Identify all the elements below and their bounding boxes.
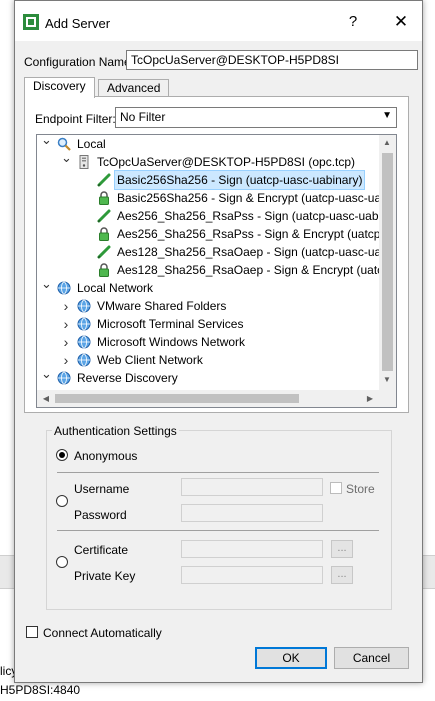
tree-item[interactable]: Aes128_Sha256_RsaOaep - Sign (uatcp-uasc… xyxy=(37,243,391,261)
title-bar: Add Server ? ✕ xyxy=(15,1,422,41)
tree-item-label: Local Network xyxy=(77,281,154,295)
certificate-field[interactable] xyxy=(181,540,323,558)
certificate-browse-button[interactable]: ... xyxy=(331,540,353,558)
username-password-radio[interactable] xyxy=(56,495,68,507)
ok-button[interactable]: OK xyxy=(255,647,327,669)
lock-icon xyxy=(97,263,111,277)
cancel-button[interactable]: Cancel xyxy=(334,647,409,669)
chevron-right-icon[interactable]: › xyxy=(61,333,71,351)
certificate-label: Certificate xyxy=(74,543,129,557)
endpoint-filter-label: Endpoint Filter: xyxy=(35,112,116,126)
tree-item[interactable]: ⌄ TcOpcUaServer@DESKTOP-H5PD8SI (opc.tcp) xyxy=(37,150,379,171)
tab-advanced[interactable]: Advanced xyxy=(98,79,170,97)
network-globe-icon xyxy=(77,353,91,367)
tree-item-label: Microsoft Windows Network xyxy=(97,335,246,349)
scroll-left-arrow-icon[interactable]: ◀ xyxy=(39,394,53,403)
anonymous-radio[interactable] xyxy=(56,449,68,461)
network-globe-icon xyxy=(77,299,91,313)
anonymous-label: Anonymous xyxy=(74,449,138,463)
sign-pen-icon xyxy=(97,209,111,223)
store-checkbox[interactable] xyxy=(330,482,342,494)
tree-item[interactable]: Basic256Sha256 - Sign (uatcp-uasc-uabina… xyxy=(37,170,379,190)
network-globe-icon xyxy=(77,335,91,349)
configuration-name-label: Configuration Name xyxy=(24,55,131,69)
tree-vertical-scrollbar[interactable]: ▲ ▼ xyxy=(379,135,396,390)
password-label: Password xyxy=(74,508,127,522)
horizontal-scroll-thumb[interactable] xyxy=(55,394,299,403)
sign-pen-icon xyxy=(97,173,111,187)
app-icon xyxy=(23,14,39,30)
scroll-down-arrow-icon[interactable]: ▼ xyxy=(380,375,394,384)
private-key-browse-button[interactable]: ... xyxy=(331,566,353,584)
tree-item-label: Local xyxy=(77,137,106,151)
auth-separator xyxy=(57,472,379,473)
chevron-down-icon[interactable]: ⌄ xyxy=(41,275,52,293)
store-label: Store xyxy=(346,482,375,496)
connect-automatically-label: Connect Automatically xyxy=(43,626,162,640)
tree-item-label: Aes256_Sha256_RsaPss - Sign (uatcp-uasc-… xyxy=(117,209,395,223)
tree-item[interactable]: › Web Client Network xyxy=(37,351,379,369)
tree-item[interactable]: Aes256_Sha256_RsaPss - Sign (uatcp-uasc-… xyxy=(37,207,395,225)
username-field[interactable] xyxy=(181,478,323,496)
server-icon xyxy=(77,155,91,169)
connect-automatically-checkbox[interactable] xyxy=(26,626,38,638)
tree-horizontal-scrollbar[interactable]: ◀ ▶ xyxy=(37,390,396,407)
vertical-scroll-thumb[interactable] xyxy=(382,153,393,371)
network-globe-icon xyxy=(57,281,71,295)
authentication-settings-legend: Authentication Settings xyxy=(52,424,179,438)
background-text-endpoint: H5PD8SI:4840 xyxy=(0,683,81,697)
chevron-down-icon: ▼ xyxy=(382,110,392,121)
tree-item-label: Microsoft Terminal Services xyxy=(97,317,244,331)
endpoint-filter-select[interactable]: No Filter ▼ xyxy=(115,107,397,128)
endpoint-filter-value: No Filter xyxy=(120,110,166,124)
scroll-right-arrow-icon[interactable]: ▶ xyxy=(363,394,377,403)
tree-item-label: TcOpcUaServer@DESKTOP-H5PD8SI (opc.tcp) xyxy=(97,155,356,169)
auth-separator xyxy=(57,530,379,531)
close-button[interactable]: ✕ xyxy=(388,9,414,35)
tree-item-label: Aes128_Sha256_RsaOaep - Sign & Encrypt (… xyxy=(117,263,390,277)
tree-item[interactable]: › Microsoft Terminal Services xyxy=(37,315,379,333)
tree-item[interactable]: Basic256Sha256 - Sign & Encrypt (uatcp-u… xyxy=(37,189,382,207)
dialog-title: Add Server xyxy=(45,16,111,31)
tree-item-label: Web Client Network xyxy=(97,353,203,367)
tree-item-label: Aes128_Sha256_RsaOaep - Sign (uatcp-uasc… xyxy=(117,245,391,259)
password-field[interactable] xyxy=(181,504,323,522)
tree-item[interactable]: Aes256_Sha256_RsaPss - Sign & Encrypt (u… xyxy=(37,225,391,243)
chevron-down-icon[interactable]: ⌄ xyxy=(41,365,52,383)
chevron-right-icon[interactable]: › xyxy=(61,351,71,369)
tree-item-label: Reverse Discovery xyxy=(77,371,178,385)
lock-icon xyxy=(97,191,111,205)
network-globe-icon xyxy=(57,371,71,385)
tree-item[interactable]: ⌄ Reverse Discovery xyxy=(37,366,379,387)
username-label: Username xyxy=(74,482,130,496)
tree-item[interactable]: ⌄ Local Network xyxy=(37,276,379,297)
tab-discovery[interactable]: Discovery xyxy=(24,77,95,98)
chevron-right-icon[interactable]: › xyxy=(61,315,71,333)
tree-item[interactable]: ⌄ Local xyxy=(37,135,379,153)
network-globe-icon xyxy=(77,317,91,331)
help-button[interactable]: ? xyxy=(340,9,366,35)
configuration-name-input[interactable]: TcOpcUaServer@DESKTOP-H5PD8SI xyxy=(126,50,418,70)
tree-item-label: VMware Shared Folders xyxy=(97,299,227,313)
chevron-right-icon[interactable]: › xyxy=(61,297,71,315)
certificate-radio[interactable] xyxy=(56,556,68,568)
private-key-label: Private Key xyxy=(74,569,136,583)
tree-item-label: Aes256_Sha256_RsaPss - Sign & Encrypt (u… xyxy=(117,227,392,241)
tree-item-label: Basic256Sha256 - Sign (uatcp-uasc-uabina… xyxy=(114,170,366,190)
chevron-down-icon[interactable]: ⌄ xyxy=(41,135,52,149)
scroll-up-arrow-icon[interactable]: ▲ xyxy=(380,138,394,147)
private-key-field[interactable] xyxy=(181,566,323,584)
chevron-down-icon[interactable]: ⌄ xyxy=(61,149,72,167)
tree-item[interactable]: › Microsoft Windows Network xyxy=(37,333,379,351)
tree-item[interactable]: › VMware Shared Folders xyxy=(37,297,379,315)
server-discovery-tree[interactable]: ⌄ Local ⌄ TcOpcUaServer@DESKTOP-H5PD8SI (op… xyxy=(36,134,397,408)
tree-item[interactable]: Aes128_Sha256_RsaOaep - Sign & Encrypt (… xyxy=(37,261,390,279)
sign-pen-icon xyxy=(97,245,111,259)
lock-icon xyxy=(97,227,111,241)
tree-item-label: Basic256Sha256 - Sign & Encrypt (uatcp-u… xyxy=(117,191,382,205)
